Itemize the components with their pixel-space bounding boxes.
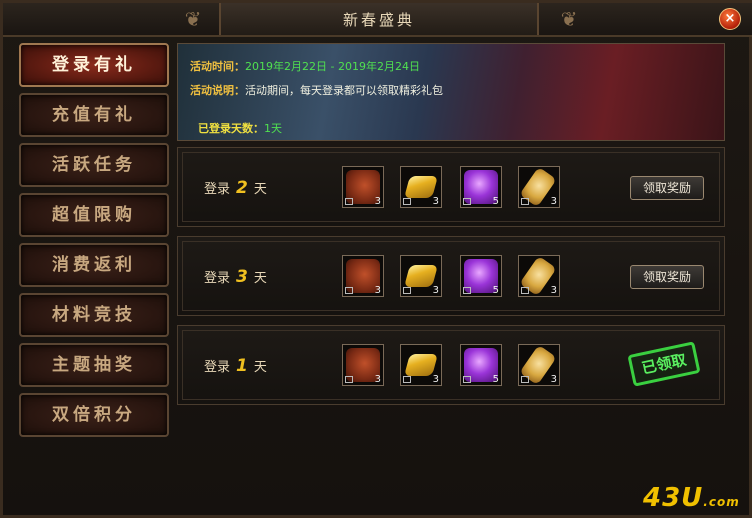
reward-row-day-3: 登录 3 天 3 3 5 3 领取奖励 xyxy=(177,236,725,316)
sidebar-item-material-contest[interactable]: 材料竞技 xyxy=(19,293,169,337)
lock-icon xyxy=(345,376,353,383)
item-count: 3 xyxy=(374,374,381,385)
item-count: 3 xyxy=(432,196,439,207)
item-count: 3 xyxy=(374,196,381,207)
event-desc-label: 活动说明： xyxy=(190,84,245,97)
lock-icon xyxy=(403,287,411,294)
reward-item-slot[interactable]: 3 xyxy=(518,255,560,297)
item-count: 5 xyxy=(492,196,499,207)
day-requirement: 登录 2 天 xyxy=(204,178,267,198)
item-count: 3 xyxy=(432,374,439,385)
event-window: ❦ 新春盛典 ❦ × 登录有礼 充值有礼 活跃任务 超值限购 消费返利 材料竞技… xyxy=(0,0,752,518)
day-number: 2 xyxy=(236,178,248,198)
lock-icon xyxy=(403,376,411,383)
event-desc-value: 活动期间，每天登录都可以领取精彩礼包 xyxy=(245,84,443,97)
day-requirement: 登录 3 天 xyxy=(204,267,267,287)
lock-icon xyxy=(345,287,353,294)
claim-reward-button[interactable]: 领取奖励 xyxy=(630,176,704,200)
reward-row-day-2: 登录 2 天 3 3 5 3 领取奖励 xyxy=(177,147,725,227)
watermark-main: 43U xyxy=(643,483,704,513)
reward-item-slot[interactable]: 3 xyxy=(518,344,560,386)
day-prefix: 登录 xyxy=(204,271,231,286)
item-count: 3 xyxy=(374,285,381,296)
reward-item-slot[interactable]: 5 xyxy=(460,255,502,297)
day-prefix: 登录 xyxy=(204,360,231,375)
sidebar-item-login-gift[interactable]: 登录有礼 xyxy=(19,43,169,87)
sidebar-item-active-tasks[interactable]: 活跃任务 xyxy=(19,143,169,187)
reward-item-slot[interactable]: 3 xyxy=(400,166,442,208)
lock-icon xyxy=(403,198,411,205)
sidebar-item-limited-sale[interactable]: 超值限购 xyxy=(19,193,169,237)
watermark-sub: .com xyxy=(703,495,740,509)
day-suffix: 天 xyxy=(253,182,267,197)
login-days-row: 已登录天数：1天 xyxy=(198,120,282,136)
lock-icon xyxy=(463,198,471,205)
reward-row-day-1: 登录 1 天 3 3 5 3 已领取 xyxy=(177,325,725,405)
reward-item-slot[interactable]: 3 xyxy=(342,166,384,208)
day-prefix: 登录 xyxy=(204,182,231,197)
day-requirement: 登录 1 天 xyxy=(204,356,267,376)
event-time-value: 2019年2月22日 - 2019年2月24日 xyxy=(245,60,420,73)
gold-ingot-icon xyxy=(404,354,438,376)
event-desc-row: 活动说明：活动期间，每天登录都可以领取精彩礼包 xyxy=(190,82,443,98)
reward-item-slot[interactable]: 3 xyxy=(400,344,442,386)
item-count: 5 xyxy=(492,374,499,385)
item-count: 3 xyxy=(432,285,439,296)
lock-icon xyxy=(521,376,529,383)
sidebar: 登录有礼 充值有礼 活跃任务 超值限购 消费返利 材料竞技 主题抽奖 双倍积分 xyxy=(15,43,173,443)
gold-ingot-icon xyxy=(404,176,438,198)
reward-item-slot[interactable]: 3 xyxy=(342,344,384,386)
item-count: 3 xyxy=(550,374,557,385)
sidebar-item-theme-lottery[interactable]: 主题抽奖 xyxy=(19,343,169,387)
gold-ingot-icon xyxy=(404,265,438,287)
event-banner: 活动时间：2019年2月22日 - 2019年2月24日 活动说明：活动期间，每… xyxy=(177,43,725,141)
reward-item-slot[interactable]: 3 xyxy=(400,255,442,297)
reward-item-slot[interactable]: 5 xyxy=(460,166,502,208)
lock-icon xyxy=(521,198,529,205)
reward-item-slot[interactable]: 3 xyxy=(518,166,560,208)
day-suffix: 天 xyxy=(253,360,267,375)
day-suffix: 天 xyxy=(253,271,267,286)
lock-icon xyxy=(463,376,471,383)
sidebar-item-double-points[interactable]: 双倍积分 xyxy=(19,393,169,437)
sidebar-item-spend-rebate[interactable]: 消费返利 xyxy=(19,243,169,287)
left-ornament-icon: ❦ xyxy=(184,7,202,31)
claim-reward-button[interactable]: 领取奖励 xyxy=(630,265,704,289)
day-number: 3 xyxy=(236,267,248,287)
item-count: 3 xyxy=(550,196,557,207)
lock-icon xyxy=(521,287,529,294)
event-time-row: 活动时间：2019年2月22日 - 2019年2月24日 xyxy=(190,58,420,74)
login-days-value: 1天 xyxy=(264,122,282,135)
lock-icon xyxy=(345,198,353,205)
login-days-label: 已登录天数： xyxy=(198,122,264,135)
sidebar-item-recharge-gift[interactable]: 充值有礼 xyxy=(19,93,169,137)
window-title: 新春盛典 xyxy=(342,11,415,29)
title-plate: 新春盛典 xyxy=(219,3,539,35)
item-count: 5 xyxy=(492,285,499,296)
reward-item-slot[interactable]: 5 xyxy=(460,344,502,386)
day-number: 1 xyxy=(236,356,248,376)
event-time-label: 活动时间： xyxy=(190,60,245,73)
title-bar: ❦ 新春盛典 ❦ × xyxy=(3,3,752,37)
reward-item-slot[interactable]: 3 xyxy=(342,255,384,297)
lock-icon xyxy=(463,287,471,294)
site-watermark-logo: 43U.com xyxy=(643,483,747,515)
right-ornament-icon: ❦ xyxy=(560,7,578,31)
item-count: 3 xyxy=(550,285,557,296)
close-button[interactable]: × xyxy=(719,8,741,30)
